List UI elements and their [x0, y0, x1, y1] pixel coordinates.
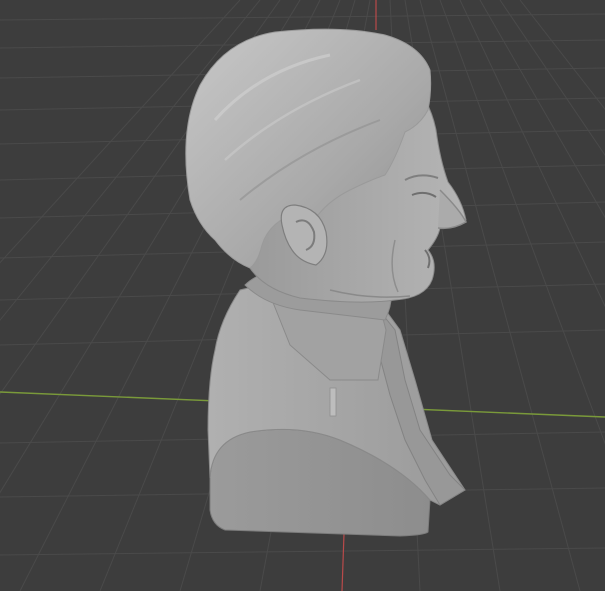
3d-viewport[interactable]: [0, 0, 605, 591]
lapel-notch: [329, 387, 337, 417]
